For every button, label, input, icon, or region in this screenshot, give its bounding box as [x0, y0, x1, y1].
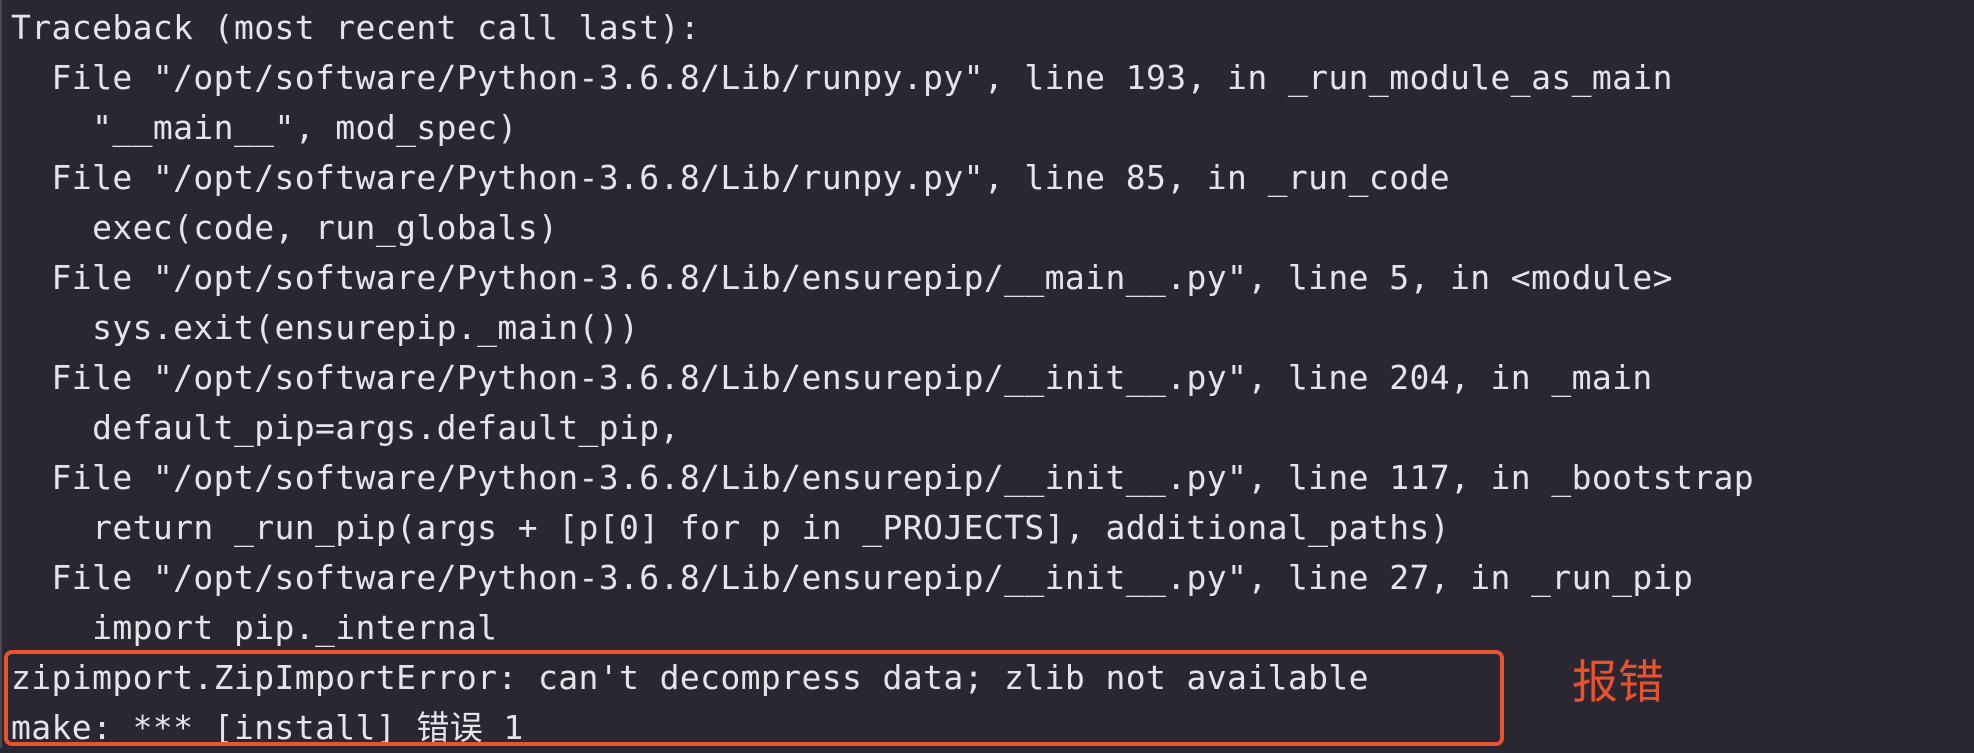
traceback-file-line: File "/opt/software/Python-3.6.8/Lib/run…: [11, 58, 1673, 97]
traceback-code-line: return _run_pip(args + [p[0] for p in _P…: [11, 508, 1451, 547]
traceback-file-line: File "/opt/software/Python-3.6.8/Lib/ens…: [11, 458, 1755, 497]
traceback-file-line: File "/opt/software/Python-3.6.8/Lib/ens…: [11, 358, 1653, 397]
traceback-file-line: File "/opt/software/Python-3.6.8/Lib/ens…: [11, 558, 1694, 597]
traceback-code-line: sys.exit(ensurepip._main()): [11, 308, 640, 347]
traceback-file-line: File "/opt/software/Python-3.6.8/Lib/ens…: [11, 258, 1673, 297]
traceback-header: Traceback (most recent call last):: [11, 8, 701, 47]
traceback-code-line: default_pip=args.default_pip,: [11, 408, 680, 447]
error-highlight-box: [4, 650, 1504, 746]
terminal-output[interactable]: Traceback (most recent call last): File …: [0, 0, 1974, 748]
traceback-file-line: File "/opt/software/Python-3.6.8/Lib/run…: [11, 158, 1451, 197]
error-annotation-label: 报错: [1572, 655, 1664, 709]
traceback-code-line: "__main__", mod_spec): [11, 108, 518, 147]
traceback-code-line: exec(code, run_globals): [11, 208, 559, 247]
traceback-code-line: import pip._internal: [11, 608, 498, 647]
